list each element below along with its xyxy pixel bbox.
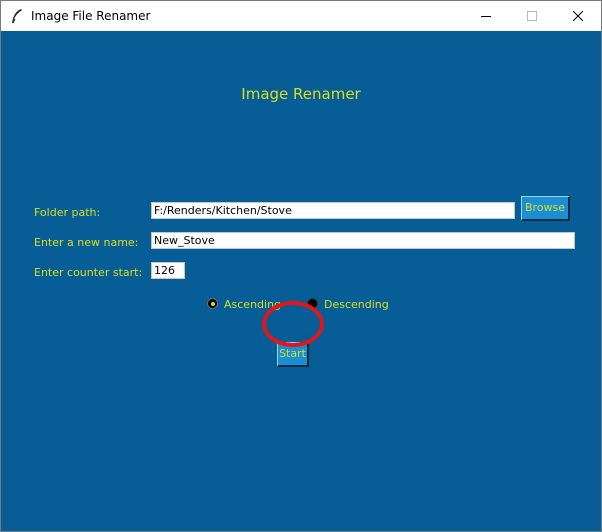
descending-label[interactable]: Descending [324, 298, 389, 311]
close-icon [573, 11, 583, 21]
feather-icon [12, 9, 22, 24]
folder-path-input[interactable]: F:/Renders/Kitchen/Stove [151, 202, 515, 219]
highlight-circle [262, 301, 324, 347]
counter-start-input[interactable]: 126 [151, 262, 185, 279]
title-bar[interactable]: Image File Renamer [1, 1, 601, 31]
page-title: Image Renamer [241, 85, 361, 103]
app-window: Image File Renamer Image Renamer Folder … [0, 0, 602, 532]
radio-selected-dot [210, 301, 215, 306]
minimize-button[interactable] [463, 1, 509, 31]
new-name-input[interactable]: New_Stove [151, 232, 575, 249]
new-name-label: Enter a new name: [34, 236, 139, 249]
ascending-radio[interactable] [207, 298, 218, 309]
close-button[interactable] [555, 1, 601, 31]
window-title: Image File Renamer [31, 9, 151, 23]
maximize-button[interactable] [509, 1, 555, 31]
counter-start-label: Enter counter start: [34, 266, 143, 279]
folder-path-label: Folder path: [34, 206, 101, 219]
main-panel: Image Renamer Folder path: F:/Renders/Ki… [1, 31, 601, 531]
maximize-icon [527, 11, 537, 21]
minimize-icon [481, 16, 491, 17]
browse-button[interactable]: Browse [521, 196, 570, 221]
